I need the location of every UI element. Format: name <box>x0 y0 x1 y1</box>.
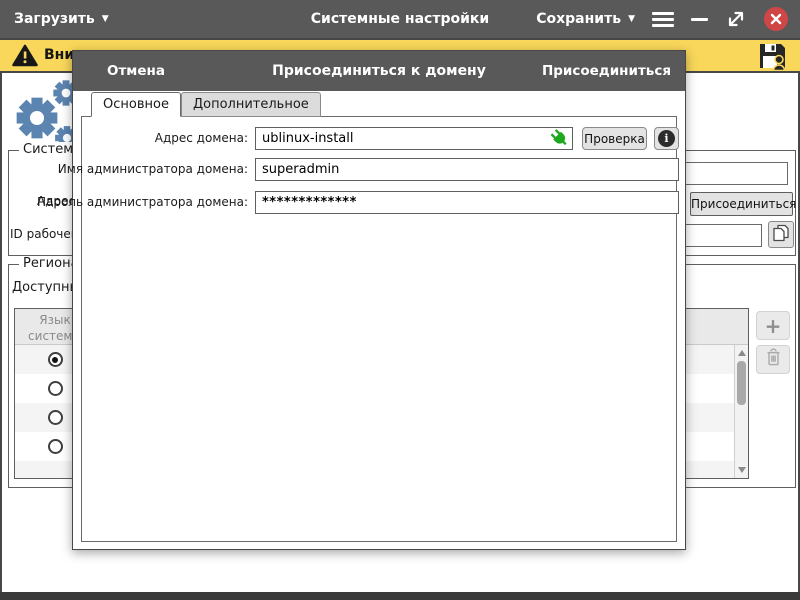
domain-address-input[interactable] <box>255 127 573 150</box>
add-icon: + <box>765 314 782 338</box>
admin-name-input[interactable] <box>255 158 679 181</box>
language-radio[interactable] <box>48 410 63 425</box>
scroll-down-icon[interactable] <box>738 467 746 473</box>
join-domain-dialog: Отмена Присоединиться к домену Присоедин… <box>72 50 686 550</box>
join-button[interactable]: Присоединиться <box>542 63 671 79</box>
tab-basic[interactable]: Основное <box>91 92 181 117</box>
chevron-down-icon: ▼ <box>628 15 635 24</box>
copy-icon <box>771 223 791 246</box>
save-floppy-icon[interactable] <box>756 42 788 74</box>
chevron-down-icon: ▼ <box>102 15 109 24</box>
save-menu-button[interactable]: Сохранить ▼ <box>536 11 635 27</box>
domain-address-field-wrap <box>255 127 573 150</box>
check-button[interactable]: Проверка <box>582 127 647 150</box>
admin-name-field-wrap <box>255 158 679 181</box>
save-menu-label: Сохранить <box>536 11 621 27</box>
load-menu-label: Загрузить <box>14 11 95 27</box>
language-radio-selected[interactable] <box>48 352 63 367</box>
domain-address-label: Адрес домена: <box>155 127 248 150</box>
load-menu-button[interactable]: Загрузить ▼ <box>14 11 109 27</box>
dialog-title: Присоединиться к домену <box>272 63 486 79</box>
minimize-icon[interactable] <box>691 18 708 21</box>
scrollbar-thumb[interactable] <box>737 361 746 405</box>
info-button[interactable]: i <box>654 127 679 150</box>
title-bar: Загрузить ▼ Системные настройки Сохранит… <box>0 0 800 38</box>
tab-additional[interactable]: Дополнительное <box>181 92 321 117</box>
trash-icon <box>765 348 782 371</box>
bottom-bar <box>0 592 800 600</box>
join-button-background[interactable]: Присоединиться <box>690 192 793 216</box>
admin-password-input[interactable] <box>255 191 679 214</box>
dialog-tabs: Основное Дополнительное <box>91 92 321 117</box>
admin-name-label: Имя администратора домена: <box>58 158 248 181</box>
window-title: Системные настройки <box>311 11 489 27</box>
add-language-button[interactable]: + <box>756 311 790 340</box>
warning-triangle-icon <box>12 44 38 71</box>
plug-connected-icon <box>550 129 570 152</box>
info-icon: i <box>658 130 675 147</box>
admin-password-field-wrap <box>255 191 679 214</box>
admin-password-label: Пароль администратора домена: <box>37 191 248 214</box>
hamburger-menu-icon[interactable] <box>652 11 674 28</box>
cancel-button[interactable]: Отмена <box>107 63 165 79</box>
language-radio[interactable] <box>48 439 63 454</box>
dialog-header: Отмена Присоединиться к домену Присоедин… <box>73 51 685 91</box>
table-scrollbar[interactable] <box>734 345 748 478</box>
copy-button[interactable] <box>768 221 794 248</box>
expand-icon[interactable] <box>725 8 747 30</box>
close-icon[interactable] <box>764 7 788 31</box>
language-radio[interactable] <box>48 381 63 396</box>
scroll-up-icon[interactable] <box>738 350 746 356</box>
basic-tab-panel: Адрес домена: Проверка i Имя администрат… <box>81 116 677 542</box>
delete-language-button[interactable] <box>756 345 790 374</box>
